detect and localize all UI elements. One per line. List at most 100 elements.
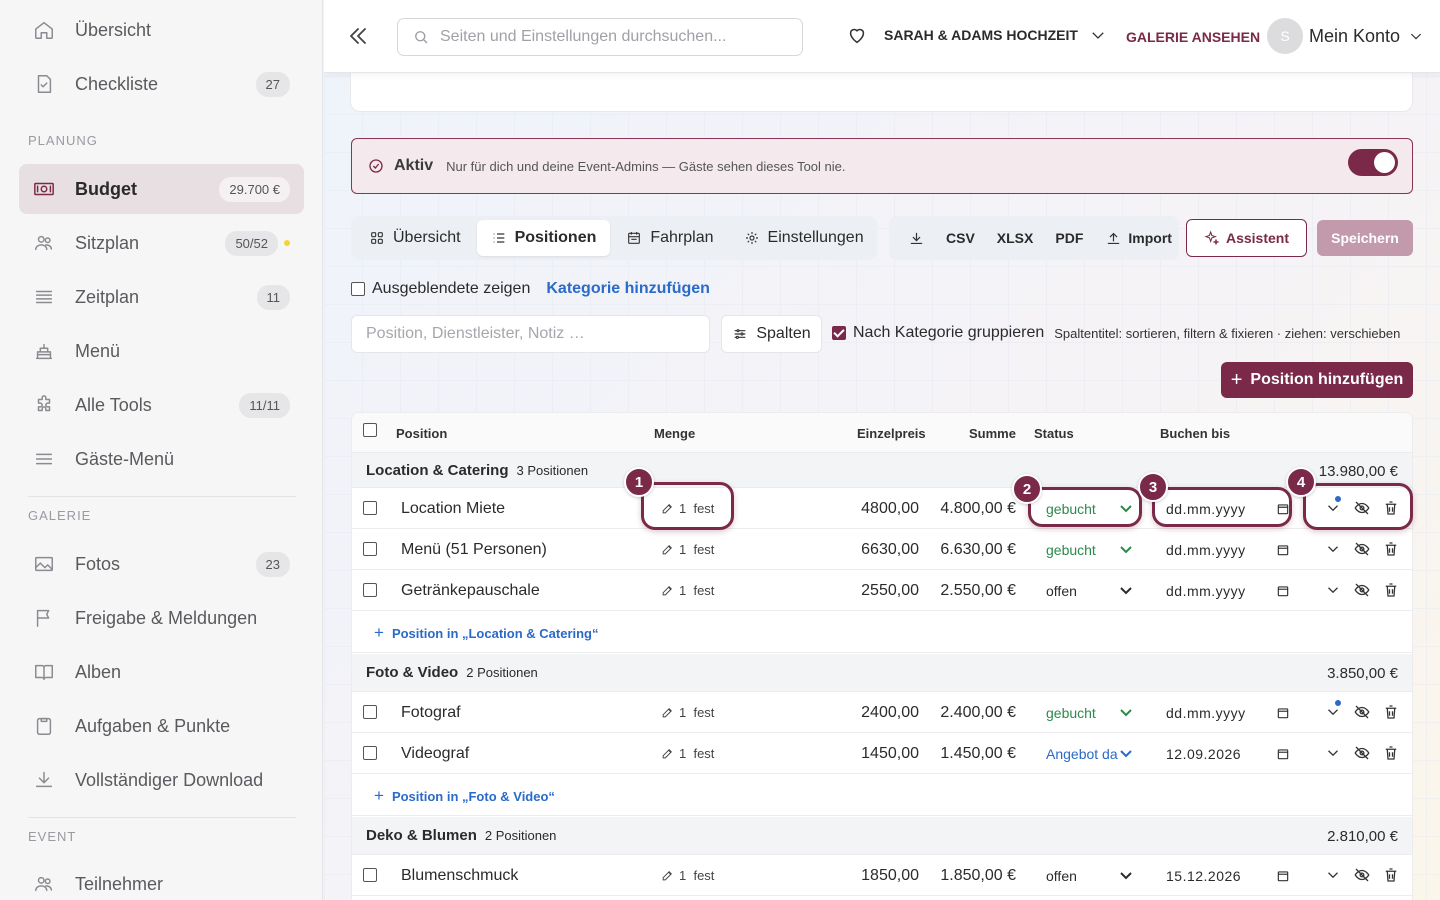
sidebar-item-fotos[interactable]: Fotos 23 [19, 539, 304, 589]
unit-price[interactable]: 4800,00 [861, 500, 919, 518]
global-search-input[interactable]: Seiten und Einstellungen durchsuchen... [397, 18, 803, 56]
sidebar-item-alle-tools[interactable]: Alle Tools 11/11 [19, 380, 304, 430]
trash-icon[interactable] [1382, 581, 1400, 599]
quantity-cell[interactable]: 1 fest [661, 868, 714, 883]
assistant-button[interactable]: Assistent [1186, 219, 1307, 257]
booking-date-input[interactable]: dd.mm.yyyy [1166, 705, 1246, 721]
sidebar-item-uebersicht[interactable]: Übersicht [19, 5, 304, 55]
save-button[interactable]: Speichern [1317, 220, 1413, 256]
account-menu[interactable]: S Mein Konto [1267, 18, 1424, 54]
column-header-position[interactable]: Position [396, 426, 447, 441]
booking-date-input[interactable]: 12.09.2026 [1166, 746, 1241, 762]
calendar-icon[interactable] [1276, 747, 1290, 761]
hide-eye-icon[interactable] [1353, 540, 1371, 558]
tab-positionen[interactable]: Positionen [476, 220, 611, 256]
quantity-cell[interactable]: 1 fest [661, 705, 714, 720]
quantity-cell[interactable]: 1 fest [661, 583, 714, 598]
sidebar-item-download[interactable]: Vollständiger Download [19, 755, 304, 805]
booking-date-input[interactable]: dd.mm.yyyy [1166, 583, 1246, 599]
status-select[interactable]: offen [1038, 864, 1138, 888]
import-button[interactable]: Import [1105, 230, 1172, 247]
add-position-button[interactable]: + Position hinzufügen [1221, 362, 1413, 398]
column-header-buchen-bis[interactable]: Buchen bis [1160, 426, 1230, 441]
sidebar-item-alben[interactable]: Alben [19, 647, 304, 697]
hide-eye-icon[interactable] [1353, 581, 1371, 599]
quantity-cell[interactable]: 1 fest [661, 542, 714, 557]
column-header-menge[interactable]: Menge [654, 426, 695, 441]
sidebar-item-aufgaben[interactable]: Aufgaben & Punkte [19, 701, 304, 751]
status-select[interactable]: Angebot da [1038, 742, 1138, 766]
expand-chevron-icon[interactable] [1324, 744, 1342, 762]
columns-button[interactable]: Spalten [721, 315, 822, 353]
expand-chevron-icon[interactable] [1324, 866, 1342, 884]
position-name[interactable]: Blumenschmuck [401, 867, 518, 885]
export-csv-button[interactable]: CSV [946, 230, 975, 246]
add-position-in-category[interactable]: + Position in „Foto & Video“ [352, 774, 1412, 816]
position-name[interactable]: Getränkepauschale [401, 582, 540, 600]
quantity-cell[interactable]: 1 fest [661, 746, 714, 761]
event-selector[interactable]: SARAH & ADAMS HOCHZEIT [846, 24, 1107, 46]
select-all-checkbox[interactable] [363, 423, 377, 437]
unit-price[interactable]: 1850,00 [861, 867, 919, 885]
status-select[interactable]: gebucht [1038, 701, 1138, 725]
hide-eye-icon[interactable] [1353, 866, 1371, 884]
category-row[interactable]: Deko & Blumen 2 Positionen 2.810,00 € [352, 817, 1412, 855]
add-position-in-category-link[interactable]: + Position in „Foto & Video“ [374, 786, 555, 806]
position-filter-input[interactable]: Position, Dienstleister, Notiz … [351, 315, 710, 353]
trash-icon[interactable] [1382, 744, 1400, 762]
column-header-einzelpreis[interactable]: Einzelpreis [857, 426, 926, 441]
export-pdf-button[interactable]: PDF [1055, 230, 1083, 246]
sidebar-item-freigabe[interactable]: Freigabe & Meldungen [19, 593, 304, 643]
position-name[interactable]: Fotograf [401, 704, 461, 722]
add-category-link[interactable]: Kategorie hinzufügen [546, 280, 710, 298]
calendar-icon[interactable] [1276, 706, 1290, 720]
position-name[interactable]: Menü (51 Personen) [401, 541, 547, 559]
column-header-summe[interactable]: Summe [969, 426, 1016, 441]
sidebar-item-sitzplan[interactable]: Sitzplan 50/52 [19, 218, 304, 268]
sidebar-item-teilnehmer[interactable]: Teilnehmer [19, 859, 304, 900]
group-by-category-checkbox[interactable] [832, 326, 846, 340]
calendar-icon[interactable] [1276, 869, 1290, 883]
unit-price[interactable]: 2550,00 [861, 582, 919, 600]
trash-icon[interactable] [1382, 866, 1400, 884]
row-checkbox[interactable] [363, 583, 377, 597]
expand-chevron-icon[interactable] [1324, 581, 1342, 599]
unit-price[interactable]: 6630,00 [861, 541, 919, 559]
status-select[interactable]: gebucht [1038, 538, 1138, 562]
add-position-in-category[interactable]: + Position in „Location & Catering“ [352, 611, 1412, 653]
tab-fahrplan[interactable]: Fahrplan [612, 220, 727, 256]
active-toggle[interactable] [1348, 149, 1398, 176]
add-position-in-category-link[interactable]: + Position in „Location & Catering“ [374, 623, 599, 643]
hide-eye-icon[interactable] [1353, 703, 1371, 721]
sidebar-item-budget[interactable]: Budget 29.700 € [19, 164, 304, 214]
calendar-icon[interactable] [1276, 584, 1290, 598]
tab-einstellungen[interactable]: Einstellungen [730, 220, 878, 256]
expand-chevron-icon[interactable] [1324, 540, 1342, 558]
booking-date-input[interactable]: 15.12.2026 [1166, 868, 1241, 884]
trash-icon[interactable] [1382, 703, 1400, 721]
tab-uebersicht[interactable]: Übersicht [355, 220, 475, 256]
gallery-link[interactable]: GALERIE ANSEHEN [1126, 29, 1260, 45]
sidebar-item-zeitplan[interactable]: Zeitplan 11 [19, 272, 304, 322]
unit-price[interactable]: 2400,00 [861, 704, 919, 722]
export-xlsx-button[interactable]: XLSX [997, 230, 1034, 246]
sidebar-item-menue[interactable]: Menü [19, 326, 304, 376]
category-row[interactable]: Location & Catering 3 Positionen 13.980,0… [352, 453, 1412, 488]
row-checkbox[interactable] [363, 501, 377, 515]
row-checkbox[interactable] [363, 542, 377, 556]
sidebar-item-gaeste-menue[interactable]: Gäste-Menü [19, 434, 304, 484]
row-checkbox[interactable] [363, 868, 377, 882]
row-checkbox[interactable] [363, 705, 377, 719]
calendar-icon[interactable] [1276, 543, 1290, 557]
column-header-status[interactable]: Status [1034, 426, 1074, 441]
booking-date-input[interactable]: dd.mm.yyyy [1166, 542, 1246, 558]
row-checkbox[interactable] [363, 746, 377, 760]
category-row[interactable]: Foto & Video 2 Positionen 3.850,00 € [352, 654, 1412, 692]
hide-eye-icon[interactable] [1353, 744, 1371, 762]
sidebar-item-checkliste[interactable]: Checkliste 27 [19, 59, 304, 109]
status-select[interactable]: offen [1038, 579, 1138, 603]
trash-icon[interactable] [1382, 540, 1400, 558]
position-name[interactable]: Location Miete [401, 500, 505, 518]
unit-price[interactable]: 1450,00 [861, 745, 919, 763]
show-hidden-checkbox[interactable] [351, 282, 365, 296]
